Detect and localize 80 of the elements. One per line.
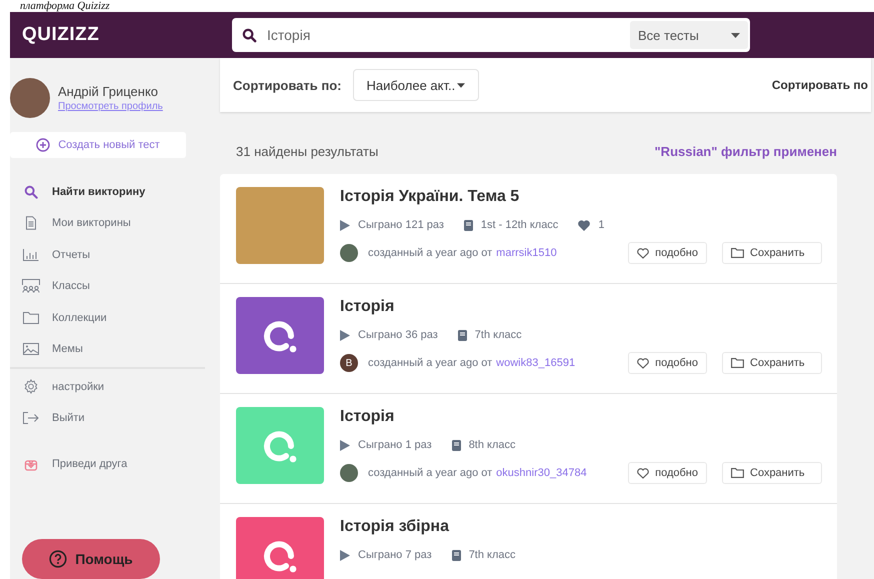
quiz-title[interactable]: Історія України. Тема 5 (340, 188, 837, 206)
results-count: 31 найдены результаты (236, 144, 378, 158)
nav-item[interactable]: настройки (10, 371, 215, 402)
play-icon (340, 550, 350, 560)
play-icon (340, 440, 350, 450)
image-icon (22, 343, 40, 356)
heart-icon (637, 248, 650, 258)
search-field[interactable]: Історія Все тесты (232, 18, 750, 52)
quiz-thumbnail[interactable] (236, 297, 324, 374)
sort-label: Сортировать по: (232, 78, 342, 92)
nav-item[interactable]: Найти викторину (10, 176, 215, 208)
grade-label: 8th класс (468, 439, 516, 451)
book-icon (452, 440, 461, 450)
sort-label: Сортировать по (772, 78, 868, 92)
logo[interactable]: QUIZIZZ (10, 24, 232, 46)
folder-icon (731, 468, 744, 478)
avatar: В (340, 354, 358, 372)
search-icon (22, 184, 40, 199)
author-link[interactable]: okushnir30_34784 (496, 467, 587, 479)
grade-label: 7th класс (474, 329, 522, 341)
created-label: созданный a year ago от (368, 467, 492, 479)
play-count: Сыграно 1 раз (358, 439, 432, 451)
book-icon (464, 220, 473, 230)
heart-icon (637, 468, 650, 478)
filter-note[interactable]: "Russian" фильтр применен (654, 144, 837, 158)
avatar-placeholder (340, 464, 358, 482)
folder-icon (22, 312, 40, 324)
help-button[interactable]: Помощь (22, 539, 160, 579)
nav-item[interactable]: Отчеты (10, 239, 215, 270)
nav-item[interactable]: Выйти (10, 402, 215, 434)
quiz-thumbnail[interactable] (236, 407, 324, 484)
avatar-placeholder (10, 78, 50, 118)
logout-icon (22, 412, 40, 424)
book-icon (458, 330, 467, 340)
question-icon (49, 550, 68, 568)
author-link[interactable]: wowik83_16591 (496, 357, 576, 369)
created-label: созданный a year ago от (368, 357, 492, 369)
quiz-title[interactable]: Історія (340, 298, 837, 316)
play-icon (340, 220, 350, 230)
folder-icon (731, 358, 744, 368)
play-count: Сыграно 36 раз (358, 329, 438, 341)
avatar-placeholder (340, 244, 358, 262)
play-count: Сыграно 121 раз (358, 219, 444, 231)
play-count: Сыграно 7 раз (358, 549, 432, 561)
play-icon (340, 330, 350, 340)
quiz-title[interactable]: Історія збірна (340, 518, 837, 536)
quiz-thumbnail[interactable] (236, 517, 324, 579)
people-icon (22, 279, 40, 294)
create-test-button[interactable]: Создать новый тест (10, 132, 186, 158)
user-name: Андрій Гриценко (58, 84, 160, 99)
like-button[interactable]: подобно (628, 242, 707, 264)
created-label: созданный a year ago от (368, 247, 492, 259)
book-icon (452, 550, 461, 560)
bar-chart-icon (22, 248, 40, 261)
nav-item[interactable]: Приведи друга (10, 448, 215, 480)
heart-icon (578, 220, 590, 230)
nav-item[interactable]: Мои викторины (10, 208, 215, 239)
caret-icon (731, 32, 740, 38)
document-caption: платформа Quizizz (19, 0, 111, 12)
folder-icon (731, 248, 744, 258)
nav-item[interactable]: Мемы (10, 334, 215, 365)
caret-icon (457, 82, 466, 88)
nav-item[interactable]: Классы (10, 270, 215, 302)
author-link[interactable]: marrsik1510 (496, 247, 557, 259)
grade-label: 1st - 12th класс (480, 219, 558, 231)
plus-circle-icon (36, 138, 50, 152)
search-icon (242, 28, 257, 42)
grade-label: 7th класс (468, 549, 516, 561)
settings-icon (22, 379, 40, 394)
save-button[interactable]: Сохранить (722, 242, 822, 264)
like-button[interactable]: подобно (628, 462, 707, 484)
heart-icon (637, 358, 650, 368)
like-button[interactable]: подобно (628, 352, 707, 374)
save-button[interactable]: Сохранить (722, 462, 822, 484)
nav-item[interactable]: Коллекции (10, 302, 215, 334)
like-count: 1 (598, 219, 604, 231)
quiz-title[interactable]: Історія (340, 408, 837, 426)
filter-dropdown[interactable]: Все тесты (630, 21, 748, 49)
sort-dropdown[interactable]: Наиболее акт.. (353, 69, 480, 101)
save-button[interactable]: Сохранить (722, 352, 822, 374)
